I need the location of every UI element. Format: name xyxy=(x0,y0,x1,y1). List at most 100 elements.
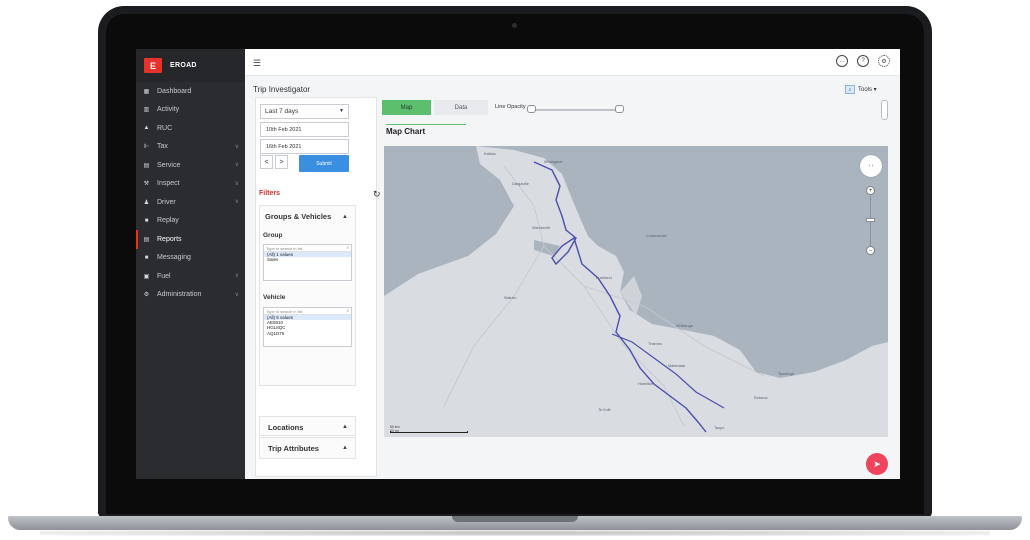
reports-icon: ▤ xyxy=(143,236,150,243)
chevron-down-icon[interactable]: ∨ xyxy=(235,272,239,279)
sidebar-item-label: Reports xyxy=(157,235,182,243)
line-opacity-slider[interactable] xyxy=(529,109,622,111)
map-place-label: Taupo xyxy=(714,426,725,430)
map-place-label: Dargaville xyxy=(512,182,529,186)
laptop-notch xyxy=(452,516,578,522)
sidebar-item-activity[interactable]: ▥ Activity xyxy=(136,101,245,120)
sidebar-item-label: Service xyxy=(157,161,181,169)
sidebar-item-label: Driver xyxy=(157,198,176,206)
map-canvas[interactable]: Kaitaia Whangarei Dargaville Auckland Hamilt… xyxy=(384,146,888,437)
sidebar-item-tax[interactable]: ⊩ Tax ∨ xyxy=(136,138,245,157)
sidebar-item-driver[interactable]: ♟ Driver ∨ xyxy=(136,193,245,212)
collapse-caret-icon[interactable]: ▲ xyxy=(342,424,348,430)
map-place-label: Whitianga xyxy=(676,324,693,328)
group-label: Group xyxy=(263,232,283,239)
chevron-down-icon[interactable]: ∨ xyxy=(235,161,239,168)
vehicle-search-input[interactable]: Type to search in list ⌕ xyxy=(264,308,351,315)
collapse-caret-icon[interactable]: ▲ xyxy=(342,445,348,451)
sidebar-item-reports[interactable]: ▤ Reports xyxy=(136,230,245,249)
app-screen: E EROAD ▦ Dashboard ▥ Activity ▲ RUC ⊩ Tax ∨ ▤ Ser… xyxy=(136,49,900,479)
inspect-icon: ⚒ xyxy=(143,181,150,188)
prev-period-button[interactable]: < xyxy=(260,155,273,169)
sidebar-item-replay[interactable]: ■ Replay xyxy=(136,212,245,231)
sidebar-item-label: Messaging xyxy=(157,254,191,262)
opacity-max-handle[interactable] xyxy=(615,105,624,113)
sidebar-item-fuel[interactable]: ▣ Fuel ∨ xyxy=(136,267,245,286)
tax-icon: ⊩ xyxy=(143,144,150,151)
tab-data[interactable]: Data xyxy=(434,100,488,115)
search-icon: ⌕ xyxy=(346,245,349,250)
brand[interactable]: E EROAD xyxy=(136,49,245,82)
list-item[interactable]: Sales xyxy=(264,257,351,262)
opacity-min-handle[interactable] xyxy=(527,105,536,113)
sidebar-item-label: Replay xyxy=(157,217,179,225)
groups-vehicles-section: Groups & Vehicles ▲ Group Type to search… xyxy=(259,205,356,386)
vehicle-listbox[interactable]: Type to search in list ⌕ (All) 5 values A… xyxy=(263,307,352,347)
map-place-label: Te Kuiti xyxy=(598,408,611,412)
chart-title: Map Chart xyxy=(386,127,426,136)
group-search-input[interactable]: Type to search in list ⌕ xyxy=(264,245,351,252)
zoom-out-button[interactable]: − xyxy=(866,246,875,255)
line-opacity-label: Line Opacity xyxy=(495,104,526,110)
locations-title: Locations xyxy=(268,423,304,432)
map-geography xyxy=(384,146,888,437)
view-tabs: Map Data Line Opacity xyxy=(380,100,894,120)
chevron-down-icon[interactable]: ∨ xyxy=(235,143,239,150)
vehicle-items: (All) 5 values AE5910 HGL8QC AQ1D75 xyxy=(264,315,351,336)
chevron-down-icon[interactable]: ∨ xyxy=(235,198,239,205)
chat-icon[interactable]: … xyxy=(836,55,848,67)
locations-section[interactable]: Locations ▲ xyxy=(259,416,356,436)
chevron-down-icon[interactable]: ∨ xyxy=(235,291,239,298)
administration-icon: ⚙ xyxy=(143,292,150,299)
date-from-field[interactable]: 10th Feb 2021 xyxy=(260,122,349,137)
tab-map[interactable]: Map xyxy=(382,100,431,115)
settings-icon[interactable]: ⚙ xyxy=(878,55,890,67)
trip-attributes-section[interactable]: Trip Attributes ▲ xyxy=(259,437,356,459)
pan-control-icon[interactable]: ‹ › xyxy=(860,155,882,177)
date-to-field[interactable]: 16th Feb 2021 xyxy=(260,139,349,154)
laptop-shadow xyxy=(40,530,990,536)
sidebar-item-service[interactable]: ▤ Service ∨ xyxy=(136,156,245,175)
sidebar-item-label: RUC xyxy=(157,124,173,132)
sidebar-item-label: Fuel xyxy=(157,272,171,280)
feedback-fab-button[interactable]: ➤ xyxy=(866,453,888,475)
collapse-caret-icon[interactable]: ▲ xyxy=(342,214,348,220)
tools-menu[interactable]: ⌕ Tools ▾ xyxy=(845,85,877,94)
map-place-label: Hamilton xyxy=(638,382,653,386)
period-value: Last 7 days xyxy=(265,108,299,115)
sidebar: E EROAD ▦ Dashboard ▥ Activity ▲ RUC ⊩ Tax ∨ ▤ Ser… xyxy=(136,49,245,479)
messaging-icon: ■ xyxy=(144,254,149,261)
sidebar-item-dashboard[interactable]: ▦ Dashboard xyxy=(136,82,245,101)
period-select[interactable]: Last 7 days ▼ xyxy=(260,104,349,119)
map-place-label: Matamata xyxy=(668,364,685,368)
sidebar-item-label: Inspect xyxy=(157,180,180,188)
sidebar-item-inspect[interactable]: ⚒ Inspect ∨ xyxy=(136,175,245,194)
next-period-button[interactable]: > xyxy=(275,155,288,169)
tools-label: Tools ▾ xyxy=(858,87,877,93)
vehicle-label: Vehicle xyxy=(263,294,286,301)
sidebar-item-ruc[interactable]: ▲ RUC xyxy=(136,119,245,138)
group-listbox[interactable]: Type to search in list ⌕ (All) 1 values S… xyxy=(263,244,352,281)
map-panel: Map Data Line Opacity Map Chart Kaitaia … xyxy=(380,97,894,479)
group-search-placeholder: Type to search in list xyxy=(266,246,303,251)
zoom-handle[interactable] xyxy=(866,218,875,222)
help-icon[interactable]: ? xyxy=(857,55,869,67)
panel-scrollbar[interactable] xyxy=(881,100,888,120)
chart-title-underline xyxy=(386,124,466,125)
eroad-logo-icon: E xyxy=(144,58,162,73)
map-place-label: Auckland xyxy=(596,276,612,280)
group-items: (All) 1 values Sales xyxy=(264,252,351,262)
groups-vehicles-title[interactable]: Groups & Vehicles xyxy=(265,212,331,221)
list-item[interactable]: AQ1D75 xyxy=(264,331,351,336)
map-place-label: Tauranga xyxy=(778,372,794,376)
submit-button[interactable]: Submit xyxy=(299,155,349,172)
zoom-in-button[interactable]: + xyxy=(866,186,875,195)
tools-icon: ⌕ xyxy=(845,85,855,94)
map-place-label: Thames xyxy=(648,342,662,346)
chevron-down-icon[interactable]: ∨ xyxy=(235,180,239,187)
map-place-label: Whangarei xyxy=(544,160,563,164)
search-icon: ⌕ xyxy=(346,308,349,313)
menu-toggle-icon[interactable]: ☰ xyxy=(253,58,261,69)
sidebar-item-administration[interactable]: ⚙ Administration ∨ xyxy=(136,286,245,305)
sidebar-item-messaging[interactable]: ■ Messaging xyxy=(136,249,245,268)
